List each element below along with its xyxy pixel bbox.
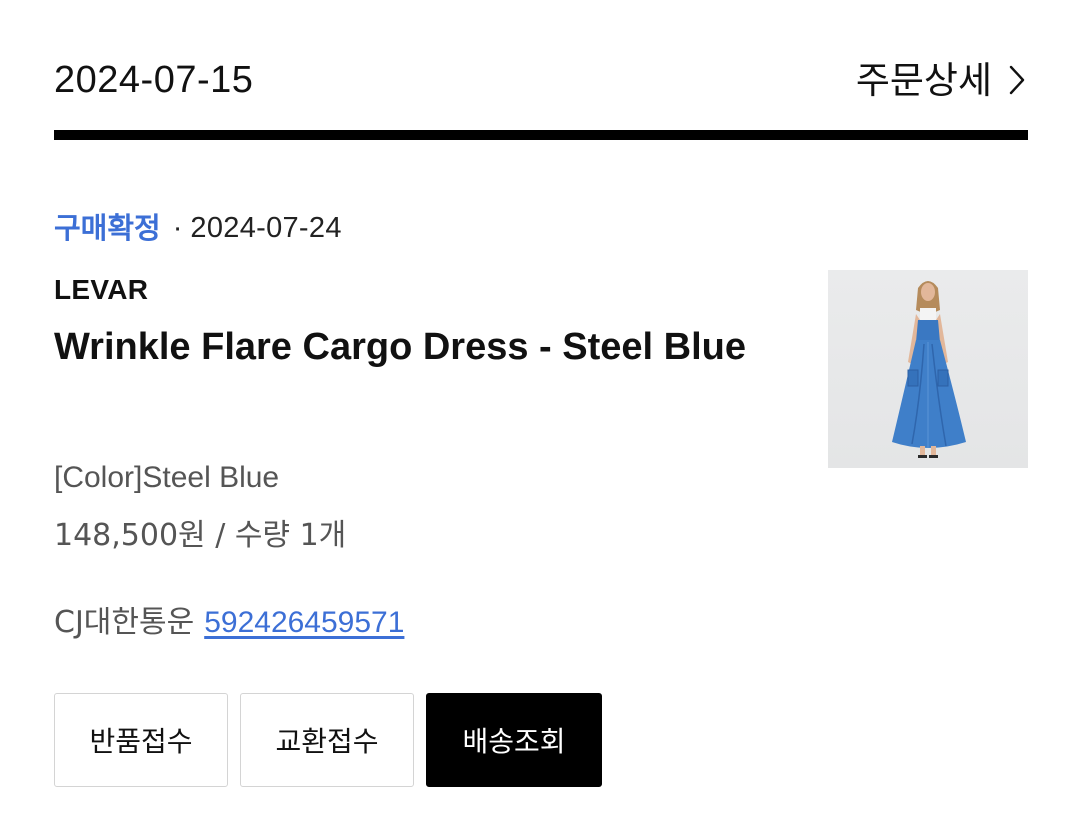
order-header: 2024-07-15 주문상세 (54, 52, 1028, 108)
shipping-info: CJ대한통운 592426459571 (54, 608, 404, 638)
product-option: [Color]Steel Blue (54, 461, 280, 494)
exchange-request-button[interactable]: 교환접수 (240, 693, 414, 787)
product-name[interactable]: Wrinkle Flare Cargo Dress - Steel Blue (54, 318, 764, 376)
return-request-button[interactable]: 반품접수 (54, 693, 228, 787)
status-separator: · (172, 211, 183, 244)
order-detail-label: 주문상세 (855, 58, 992, 102)
track-delivery-button[interactable]: 배송조회 (426, 693, 602, 787)
carrier-name: CJ대한통운 (54, 605, 195, 640)
chevron-right-icon (1006, 63, 1028, 97)
purchase-status: 구매확정 (54, 210, 161, 245)
status-date: 2024-07-24 (190, 211, 342, 244)
tracking-number-link[interactable]: 592426459571 (204, 608, 404, 638)
header-divider (54, 130, 1028, 140)
price-quantity: 148,500원 / 수량 1개 (54, 518, 347, 553)
order-date: 2024-07-15 (54, 59, 254, 101)
product-thumbnail[interactable] (828, 270, 1028, 468)
purchase-status-line: 구매확정 · 2024-07-24 (54, 210, 342, 246)
order-actions: 반품접수 교환접수 배송조회 (54, 693, 602, 787)
order-detail-link[interactable]: 주문상세 (856, 62, 1028, 99)
brand-name: LEVAR (54, 274, 149, 305)
